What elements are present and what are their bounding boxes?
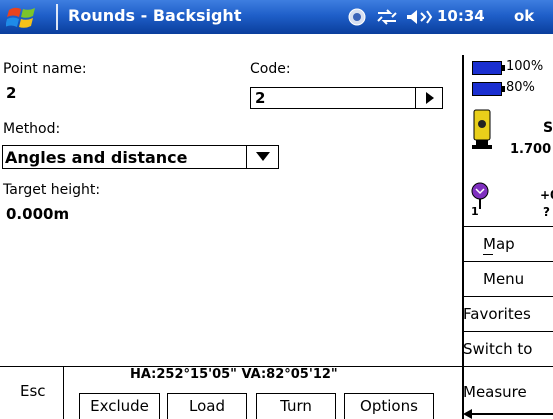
target-number: 1 <box>471 205 479 218</box>
esc-label: Esc <box>20 382 46 400</box>
switch-to-label: Switch to <box>463 340 533 358</box>
favorites-label: Favorites <box>463 305 531 323</box>
code-value: 2 <box>255 89 266 107</box>
title-separator <box>56 4 58 30</box>
method-dropdown-button[interactable] <box>246 145 279 169</box>
battery-1-level: 100% <box>506 59 544 74</box>
point-name-label: Point name: <box>3 61 87 77</box>
battery-2-level: 80% <box>506 80 535 95</box>
total-station-icon[interactable] <box>470 108 494 152</box>
esc-divider <box>63 366 64 419</box>
measure-button[interactable]: Measure <box>463 366 553 419</box>
exclude-button[interactable]: Exclude <box>79 393 160 419</box>
battery-icon[interactable] <box>472 61 506 75</box>
target-height-label: Target height: <box>3 182 101 198</box>
target-unknown: ? <box>543 205 550 219</box>
options-label: Options <box>360 397 418 415</box>
exclude-label: Exclude <box>90 397 149 415</box>
clock[interactable]: 10:34 <box>437 7 485 25</box>
satellite-icon[interactable] <box>348 8 366 26</box>
load-label: Load <box>189 397 225 415</box>
ok-button[interactable]: ok <box>514 7 534 25</box>
title-bar: Rounds - Backsight 10:34 ok <box>0 0 553 34</box>
map-button[interactable]: Map <box>463 226 553 261</box>
point-name-value[interactable]: 2 <box>6 84 16 102</box>
menu-label: Menu <box>483 270 525 288</box>
window-title: Rounds - Backsight <box>68 6 242 25</box>
connectivity-icon[interactable] <box>376 8 398 26</box>
switch-to-button[interactable]: Switch to <box>463 331 553 366</box>
method-value: Angles and distance <box>5 148 188 167</box>
turn-label: Turn <box>280 397 312 415</box>
target-height-value[interactable]: 0.000m <box>6 205 69 223</box>
menu-button[interactable]: Menu <box>463 261 553 296</box>
mnemonic-underline <box>483 254 493 255</box>
esc-button[interactable]: Esc <box>0 367 63 419</box>
measure-label: Measure <box>463 383 527 401</box>
map-label: Map <box>483 235 515 253</box>
volume-icon[interactable] <box>405 8 433 26</box>
code-label: Code: <box>250 61 291 77</box>
target-offset: +0 <box>540 188 553 202</box>
windows-start-icon[interactable] <box>6 4 40 30</box>
load-button[interactable]: Load <box>167 393 247 419</box>
favorites-button[interactable]: Favorites <box>463 296 553 331</box>
method-dropdown[interactable]: Angles and distance <box>2 145 279 169</box>
angle-readout: HA:252°15'05" VA:82°05'12" <box>130 367 338 382</box>
instrument-letter: S <box>543 120 553 136</box>
instrument-height: 1.700 <box>510 142 552 157</box>
code-list-button[interactable] <box>415 87 443 109</box>
arrow-right-icon <box>426 92 434 104</box>
turn-button[interactable]: Turn <box>256 393 336 419</box>
battery-icon[interactable] <box>472 82 506 96</box>
enter-arrow-icon <box>463 409 553 419</box>
options-button[interactable]: Options <box>344 393 434 419</box>
method-label: Method: <box>3 121 61 137</box>
chevron-down-icon <box>256 152 270 161</box>
